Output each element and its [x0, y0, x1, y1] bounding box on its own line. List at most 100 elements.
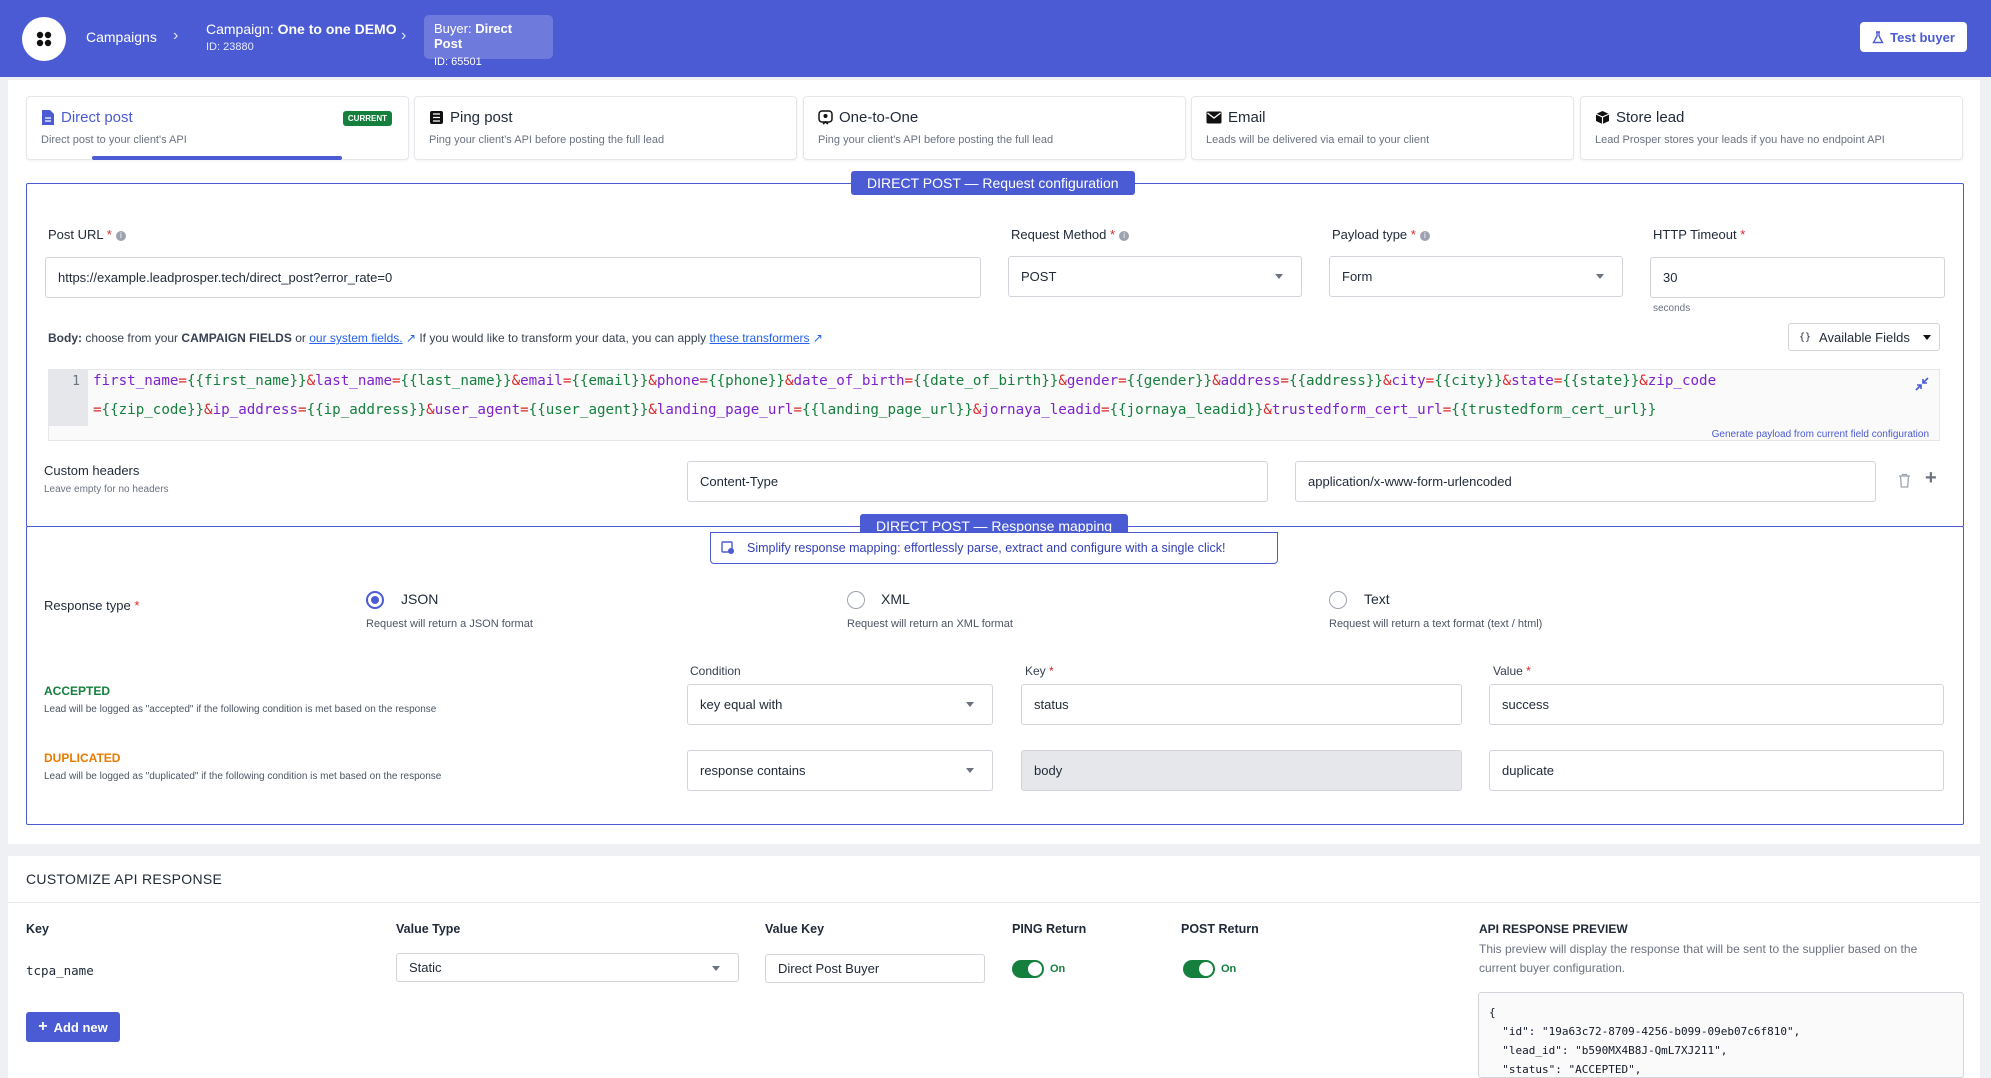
payload-type-select[interactable]: Form	[1329, 256, 1623, 297]
grid-icon	[36, 31, 52, 47]
breadcrumb-buyer[interactable]: Buyer: Direct Post ID: 65501	[424, 15, 553, 68]
code-equals-token: =	[904, 373, 914, 389]
add-header-icon[interactable]: +	[1925, 467, 1937, 490]
code-key-token: state	[1511, 373, 1554, 389]
xml-radio[interactable]	[847, 591, 865, 609]
info-icon[interactable]: i	[1119, 231, 1130, 241]
transformers-link[interactable]: these transformers	[710, 331, 810, 345]
plus-icon: +	[38, 1018, 48, 1035]
code-key-token: date_of_birth	[793, 373, 905, 389]
breadcrumb-campaigns[interactable]: Campaigns	[86, 29, 157, 45]
payload-type-value: Form	[1342, 269, 1373, 284]
xml-desc: Request will return an XML format	[847, 618, 1013, 630]
value-label-text: Value	[1493, 664, 1523, 678]
code-key-token: email	[520, 373, 563, 389]
api-response-preview-title: API RESPONSE PREVIEW	[1479, 922, 1628, 936]
xml-label: XML	[881, 591, 910, 607]
key-label-text: Key	[1025, 664, 1046, 678]
available-fields-dropdown[interactable]: {} Available Fields	[1788, 323, 1940, 351]
code-ampersand-token: &	[1639, 373, 1648, 389]
buyer-id: ID: 65501	[434, 56, 482, 68]
json-radio[interactable]	[366, 591, 384, 609]
external-link-icon: ↗	[405, 331, 416, 345]
required-mark: *	[1410, 227, 1416, 242]
post-url-input[interactable]: https://example.leadprosper.tech/direct_…	[45, 257, 981, 298]
http-timeout-input[interactable]: 30	[1650, 257, 1945, 298]
tab-store-lead[interactable]: Store lead Lead Prosper stores your lead…	[1580, 96, 1963, 160]
tab-email-desc: Leads will be delivered via email to you…	[1206, 134, 1430, 146]
generate-payload-link[interactable]: Generate payload from current field conf…	[1712, 429, 1929, 440]
code-value-token: {{address}}	[1288, 373, 1383, 389]
accepted-key-input[interactable]: status	[1021, 684, 1462, 725]
tab-one-to-one[interactable]: One-to-One Ping your client's API before…	[803, 96, 1186, 160]
body-instructions: Body: choose from your CAMPAIGN FIELDS o…	[48, 331, 823, 345]
custom-headers-label: Custom headers	[44, 463, 140, 478]
value-type-select[interactable]: Static	[396, 953, 739, 982]
ping-return-toggle[interactable]	[1012, 960, 1044, 978]
app-logo-button[interactable]	[22, 17, 66, 61]
add-new-button[interactable]: + Add new	[26, 1012, 120, 1042]
system-fields-link[interactable]: our system fields.	[309, 331, 402, 345]
code-value-token: {{date_of_birth}}	[913, 373, 1059, 389]
code-value-token: {{zip_code}}	[101, 402, 205, 418]
code-equals-token: =	[793, 402, 803, 418]
code-equals-token: =	[93, 402, 102, 418]
accepted-condition-select[interactable]: key equal with	[687, 684, 993, 725]
required-mark: *	[1049, 664, 1054, 678]
code-key-token: trustedform_cert_url	[1271, 402, 1443, 418]
duplicated-condition-select[interactable]: response contains	[687, 750, 993, 791]
text-desc: Request will return a text format (text …	[1329, 618, 1543, 630]
request-method-label: Request Method * i	[1011, 227, 1130, 242]
code-ampersand-token: &	[511, 373, 521, 389]
post-return-toggle[interactable]	[1183, 960, 1215, 978]
simplify-mapping-banner[interactable]: Simplify response mapping: effortlessly …	[710, 532, 1278, 564]
body-code-editor[interactable]: 1 first_name={{first_name}}&last_name={{…	[48, 369, 1940, 441]
http-timeout-label-text: HTTP Timeout	[1653, 227, 1737, 242]
campaign-fields-label: CAMPAIGN FIELDS	[181, 331, 292, 345]
campaign-name: One to one DEMO	[277, 21, 397, 37]
accepted-label: ACCEPTED	[44, 684, 111, 698]
header-value-input[interactable]: application/x-www-form-urlencoded	[1295, 461, 1876, 502]
code-equals-token: =	[391, 373, 401, 389]
header-name-input[interactable]: Content-Type	[687, 461, 1268, 502]
col-value-key-header: Value Key	[765, 922, 825, 936]
code-ampersand-token: &	[648, 402, 657, 418]
code-equals-token: =	[520, 402, 529, 418]
text-radio[interactable]	[1329, 591, 1347, 609]
request-method-select[interactable]: POST	[1008, 256, 1302, 297]
payload-type-label-text: Payload type	[1332, 227, 1408, 242]
test-buyer-button[interactable]: Test buyer	[1860, 22, 1967, 52]
test-buyer-label: Test buyer	[1890, 29, 1955, 45]
required-mark: *	[1526, 664, 1531, 678]
duplicated-condition-value: response contains	[700, 763, 806, 778]
value-key-input[interactable]: Direct Post Buyer	[765, 954, 985, 983]
info-icon[interactable]: i	[115, 231, 126, 241]
code-key-token: address	[1220, 373, 1281, 389]
add-new-label: Add new	[53, 1019, 108, 1035]
code-equals-token: =	[1280, 373, 1289, 389]
duplicated-value-input[interactable]: duplicate	[1489, 750, 1944, 791]
code-value-token: {{landing_page_url}}	[802, 402, 973, 418]
code-key-token: city	[1391, 373, 1426, 389]
customize-api-response-title: CUSTOMIZE API RESPONSE	[26, 871, 223, 887]
tab-direct-post[interactable]: Direct post Direct post to your client's…	[26, 96, 409, 160]
collapse-icon[interactable]	[1915, 377, 1929, 391]
duplicated-label: DUPLICATED	[44, 751, 121, 765]
required-mark: *	[106, 227, 112, 242]
code-key-token: first_name	[93, 373, 179, 389]
code-ampersand-token: &	[426, 402, 435, 418]
tab-one-to-one-title: One-to-One	[839, 109, 919, 126]
value-label: Value *	[1493, 664, 1531, 678]
trash-icon[interactable]	[1898, 473, 1911, 488]
col-ping-return-header: PING Return	[1012, 922, 1087, 936]
breadcrumb-campaign[interactable]: Campaign: One to one DEMO ID: 23880	[206, 21, 397, 53]
code-equals-token: =	[1101, 402, 1110, 418]
tab-ping-post[interactable]: Ping post Ping your client's API before …	[414, 96, 797, 160]
info-icon[interactable]: i	[1419, 231, 1430, 241]
flask-icon	[1872, 30, 1884, 43]
post-url-label-text: Post URL	[48, 227, 104, 242]
duplicated-key-input[interactable]: body	[1021, 750, 1462, 791]
code-key-token: landing_page_url	[656, 402, 794, 418]
accepted-value-input[interactable]: success	[1489, 684, 1944, 725]
tab-email[interactable]: Email Leads will be delivered via email …	[1191, 96, 1574, 160]
